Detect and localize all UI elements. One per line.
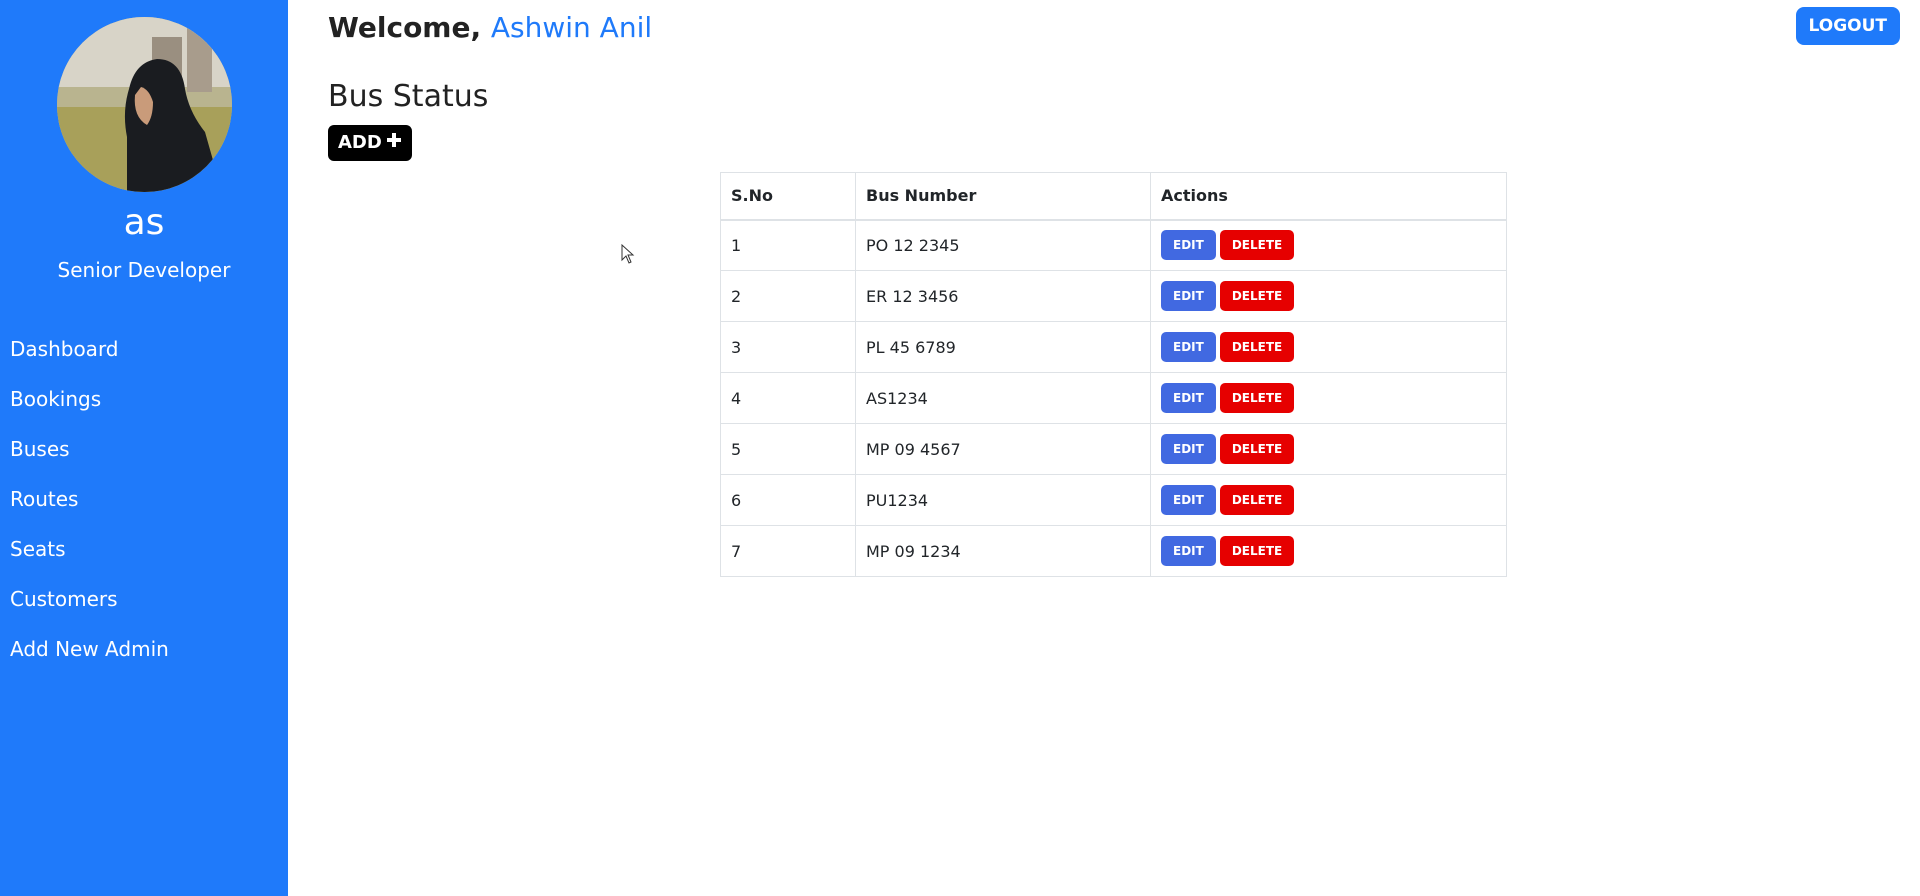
column-header-sno: S.No xyxy=(720,172,856,221)
row-sno: 2 xyxy=(720,270,856,322)
delete-button[interactable]: DELETE xyxy=(1219,332,1295,362)
page-title: Bus Status xyxy=(328,79,489,114)
row-actions: EDIT DELETE xyxy=(1150,423,1507,475)
welcome-user-name: Ashwin Anil xyxy=(490,11,653,44)
avatar xyxy=(57,17,232,192)
row-sno: 1 xyxy=(720,219,856,271)
row-sno: 3 xyxy=(720,321,856,373)
row-sno: 5 xyxy=(720,423,856,475)
delete-button[interactable]: DELETE xyxy=(1219,536,1295,566)
profile-name: as xyxy=(123,202,165,243)
mouse-cursor-icon xyxy=(621,243,635,268)
sidebar-item-seats[interactable]: Seats xyxy=(0,530,288,580)
edit-button[interactable]: EDIT xyxy=(1161,332,1216,362)
main-content: Welcome, Ashwin Anil LOGOUT Bus Status A… xyxy=(288,0,1920,896)
sidebar-item-add-new-admin[interactable]: Add New Admin xyxy=(0,630,288,680)
delete-button[interactable]: DELETE xyxy=(1219,485,1295,515)
sidebar: as Senior Developer Dashboard Bookings B… xyxy=(0,0,288,896)
table-row: 3 PL 45 6789 EDIT DELETE xyxy=(720,321,1507,373)
table-row: 2 ER 12 3456 EDIT DELETE xyxy=(720,270,1507,322)
row-actions: EDIT DELETE xyxy=(1150,321,1507,373)
row-actions: EDIT DELETE xyxy=(1150,525,1507,577)
sidebar-item-dashboard[interactable]: Dashboard xyxy=(0,330,288,380)
row-bus-number: PU1234 xyxy=(855,474,1151,526)
edit-button[interactable]: EDIT xyxy=(1161,434,1216,464)
bus-table: S.No Bus Number Actions 1 PO 12 2345 EDI… xyxy=(720,172,1507,577)
row-bus-number: ER 12 3456 xyxy=(855,270,1151,322)
delete-button[interactable]: DELETE xyxy=(1219,434,1295,464)
delete-button[interactable]: DELETE xyxy=(1219,281,1295,311)
edit-button[interactable]: EDIT xyxy=(1161,485,1216,515)
sidebar-nav: Dashboard Bookings Buses Routes Seats Cu… xyxy=(0,330,288,680)
row-actions: EDIT DELETE xyxy=(1150,270,1507,322)
table-row: 6 PU1234 EDIT DELETE xyxy=(720,474,1507,526)
row-bus-number: MP 09 1234 xyxy=(855,525,1151,577)
edit-button[interactable]: EDIT xyxy=(1161,230,1216,261)
row-sno: 4 xyxy=(720,372,856,424)
edit-button[interactable]: EDIT xyxy=(1161,536,1216,566)
row-actions: EDIT DELETE xyxy=(1150,474,1507,526)
row-bus-number: AS1234 xyxy=(855,372,1151,424)
logout-button[interactable]: LOGOUT xyxy=(1795,7,1900,45)
add-button[interactable]: ADD xyxy=(328,125,412,161)
row-bus-number: PL 45 6789 xyxy=(855,321,1151,373)
sidebar-item-bookings[interactable]: Bookings xyxy=(0,380,288,430)
edit-button[interactable]: EDIT xyxy=(1161,383,1216,413)
sidebar-item-routes[interactable]: Routes xyxy=(0,480,288,530)
column-header-bus-number: Bus Number xyxy=(855,172,1151,221)
column-header-actions: Actions xyxy=(1150,172,1507,221)
welcome-heading: Welcome, Ashwin Anil xyxy=(328,8,652,48)
table-row: 7 MP 09 1234 EDIT DELETE xyxy=(720,525,1507,577)
profile-role: Senior Developer xyxy=(57,258,231,282)
sidebar-item-buses[interactable]: Buses xyxy=(0,430,288,480)
table-row: 1 PO 12 2345 EDIT DELETE xyxy=(720,219,1507,271)
plus-icon xyxy=(386,125,402,161)
row-bus-number: MP 09 4567 xyxy=(855,423,1151,475)
row-actions: EDIT DELETE xyxy=(1150,372,1507,424)
sidebar-item-customers[interactable]: Customers xyxy=(0,580,288,630)
row-sno: 7 xyxy=(720,525,856,577)
add-button-label: ADD xyxy=(338,132,382,153)
welcome-prefix: Welcome, xyxy=(328,11,491,44)
table-header-row: S.No Bus Number Actions xyxy=(720,172,1507,221)
row-bus-number: PO 12 2345 xyxy=(855,219,1151,271)
row-sno: 6 xyxy=(720,474,856,526)
delete-button[interactable]: DELETE xyxy=(1219,383,1295,413)
table-row: 5 MP 09 4567 EDIT DELETE xyxy=(720,423,1507,475)
edit-button[interactable]: EDIT xyxy=(1161,281,1216,311)
delete-button[interactable]: DELETE xyxy=(1219,230,1295,261)
table-row: 4 AS1234 EDIT DELETE xyxy=(720,372,1507,424)
row-actions: EDIT DELETE xyxy=(1150,219,1507,271)
